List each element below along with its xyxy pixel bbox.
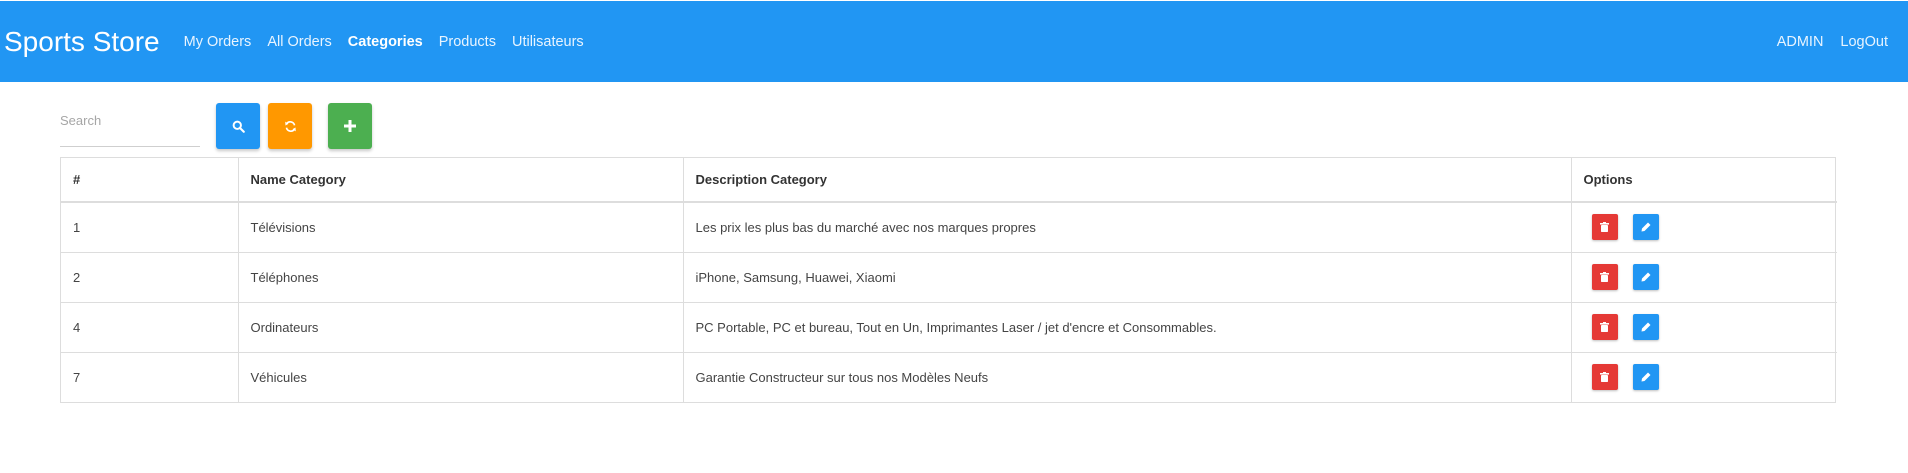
cell-options (1571, 202, 1837, 253)
pencil-icon (1641, 372, 1650, 382)
cell-options (1571, 302, 1837, 353)
cell-options (1571, 352, 1837, 402)
nav-link-logout[interactable]: LogOut (1840, 34, 1888, 50)
refresh-button[interactable] (268, 103, 312, 149)
nav-links: My Orders All Orders Categories Products… (184, 34, 600, 50)
column-header-options: Options (1571, 158, 1837, 203)
table-row: 7 Véhicules Garantie Constructeur sur to… (61, 352, 1837, 402)
delete-button[interactable] (1591, 264, 1618, 290)
cell-options (1571, 252, 1837, 303)
delete-button[interactable] (1591, 214, 1618, 241)
edit-button[interactable] (1632, 264, 1659, 290)
pencil-icon (1641, 272, 1650, 282)
cell-id: 2 (61, 252, 239, 303)
cell-id: 7 (61, 352, 239, 402)
trash-icon (1600, 222, 1609, 233)
nav-link-utilisateurs[interactable]: Utilisateurs (512, 34, 584, 50)
delete-button[interactable] (1591, 364, 1618, 391)
cell-name: Téléphones (238, 252, 684, 303)
nav-link-products[interactable]: Products (439, 34, 496, 50)
cell-description: Garantie Constructeur sur tous nos Modèl… (683, 352, 1572, 402)
nav-right: ADMIN LogOut (1760, 34, 1888, 50)
refresh-icon (284, 120, 296, 132)
cell-id: 1 (61, 202, 239, 253)
trash-icon (1600, 322, 1609, 332)
plus-icon (344, 120, 356, 132)
cell-description: PC Portable, PC et bureau, Tout en Un, I… (683, 302, 1572, 353)
delete-button[interactable] (1591, 314, 1618, 340)
nav-link-admin[interactable]: ADMIN (1777, 34, 1824, 50)
edit-button[interactable] (1632, 214, 1659, 241)
navbar: Sports Store My Orders All Orders Catego… (0, 1, 1908, 82)
search-input[interactable] (60, 113, 200, 128)
table-row: 4 Ordinateurs PC Portable, PC et bureau,… (61, 302, 1837, 353)
search-icon (232, 120, 245, 133)
cell-description: iPhone, Samsung, Huawei, Xiaomi (683, 252, 1572, 303)
pencil-icon (1641, 222, 1650, 232)
search-button[interactable] (216, 103, 260, 149)
column-header-description: Description Category (683, 158, 1572, 203)
column-header-name: Name Category (238, 158, 684, 203)
cell-name: Ordinateurs (238, 302, 684, 353)
cell-id: 4 (61, 302, 239, 353)
table-row: 1 Télévisions Les prix les plus bas du m… (61, 202, 1837, 253)
table-header-row: # Name Category Description Category Opt… (61, 158, 1837, 203)
edit-button[interactable] (1632, 364, 1659, 391)
cell-name: Véhicules (238, 352, 684, 402)
nav-link-all-orders[interactable]: All Orders (267, 34, 331, 50)
search-field-wrapper (60, 103, 200, 147)
column-header-id: # (61, 158, 239, 203)
cell-name: Télévisions (238, 202, 684, 253)
nav-link-my-orders[interactable]: My Orders (184, 34, 252, 50)
cell-description: Les prix les plus bas du marché avec nos… (683, 202, 1572, 253)
categories-table: # Name Category Description Category Opt… (60, 157, 1837, 403)
pencil-icon (1641, 322, 1650, 332)
brand-logo[interactable]: Sports Store (4, 26, 160, 58)
nav-link-categories[interactable]: Categories (348, 34, 423, 50)
table-row: 2 Téléphones iPhone, Samsung, Huawei, Xi… (61, 252, 1837, 303)
edit-button[interactable] (1632, 314, 1659, 340)
trash-icon (1600, 272, 1609, 282)
add-category-button[interactable] (328, 103, 372, 149)
trash-icon (1600, 372, 1609, 383)
toolbar (60, 103, 372, 151)
